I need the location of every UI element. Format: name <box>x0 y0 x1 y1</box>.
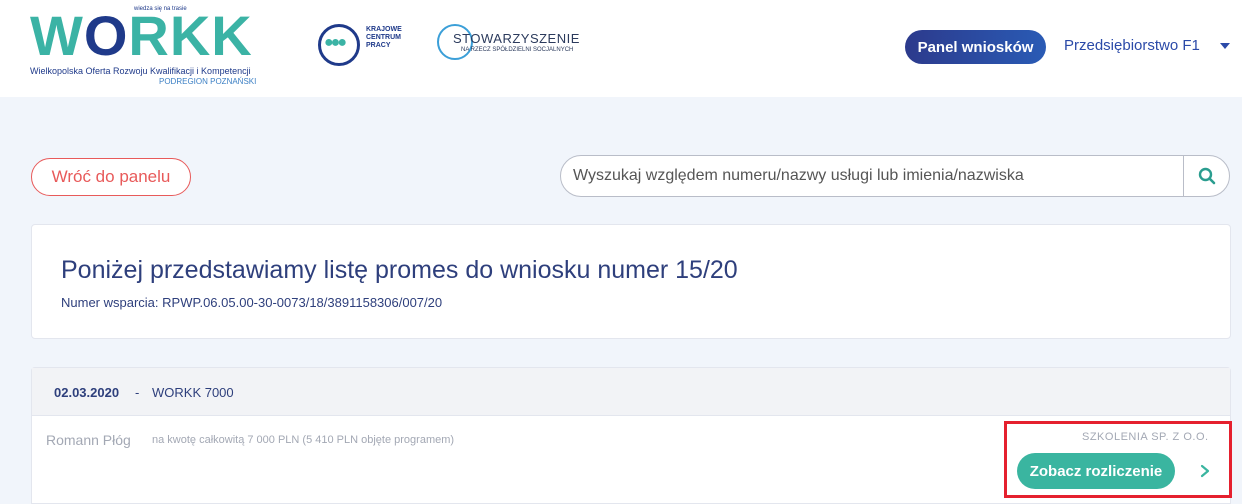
workk-logo[interactable]: wiedza się na trasie WORKK Wielkopolska … <box>30 6 285 90</box>
kcp-logo: ●●● KRAJOWE CENTRUM PRACY <box>318 20 438 70</box>
logo-region: PODREGION POZNAŃSKI <box>159 77 257 86</box>
promise-date: 02.03.2020 <box>54 385 120 400</box>
search-button[interactable] <box>1183 156 1229 196</box>
user-menu[interactable]: Przedsiębiorstwo F1 <box>1064 37 1200 54</box>
promise-amount: na kwotę całkowitą 7 000 PLN (5 410 PLN … <box>152 434 455 446</box>
kcp-text: KRAJOWE CENTRUM PRACY <box>366 26 402 49</box>
logo-wordmark: WORKK <box>30 4 253 67</box>
search-input[interactable] <box>573 156 1173 196</box>
stowarzyszenie-logo: STOWARZYSZENIE NA RZECZ SPÓŁDZIELNI SOCJ… <box>437 24 637 64</box>
page-title: Poniżej przedstawiamy listę promes do wn… <box>61 256 738 284</box>
back-to-panel-button[interactable]: Wróć do panelu <box>31 158 191 196</box>
search-icon <box>1198 167 1215 185</box>
logo-tagline: Wielkopolska Oferta Rozwoju Kwalifikacji… <box>30 66 251 76</box>
promise-separator: - <box>135 385 140 400</box>
promise-service-name: WORKK 7000 <box>152 385 234 400</box>
panel-wnioskow-button[interactable]: Panel wniosków <box>905 30 1046 64</box>
search-bar <box>560 155 1230 197</box>
stow-main-text: STOWARZYSZENIE <box>453 31 580 46</box>
company-name: SZKOLENIA SP. Z O.O. <box>1082 431 1209 443</box>
caret-down-icon[interactable] <box>1220 43 1230 49</box>
zobacz-rozliczenie-button[interactable]: Zobacz rozliczenie <box>1017 453 1175 489</box>
promise-header: 02.03.2020 - WORKK 7000 <box>32 368 1230 416</box>
support-number: Numer wsparcia: RPWP.06.05.00-30-0073/18… <box>61 295 443 310</box>
top-header: wiedza się na trasie WORKK Wielkopolska … <box>0 0 1242 97</box>
promise-person: Romann Płóg <box>46 432 131 448</box>
people-icon: ●●● <box>324 34 347 51</box>
chevron-right-icon[interactable] <box>1197 463 1213 479</box>
stow-sub-text: NA RZECZ SPÓŁDZIELNI SOCJALNYCH <box>461 47 574 53</box>
title-card: Poniżej przedstawiamy listę promes do wn… <box>31 224 1231 339</box>
